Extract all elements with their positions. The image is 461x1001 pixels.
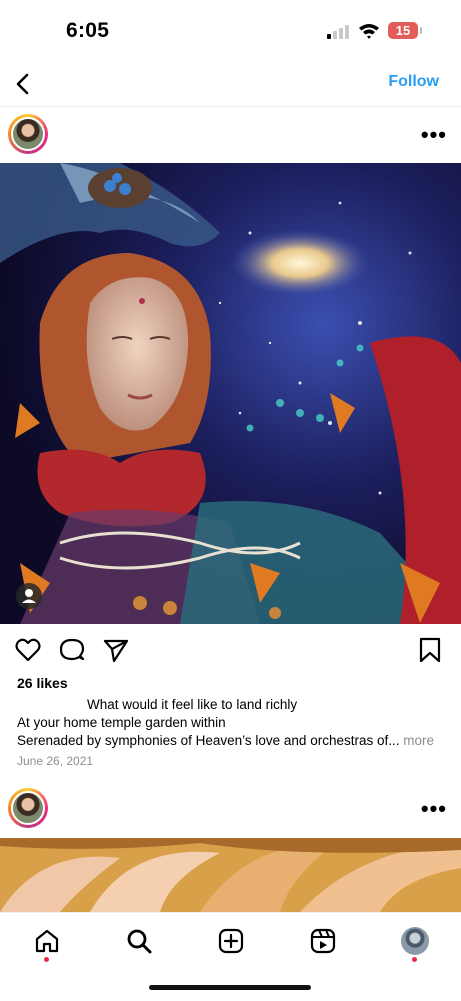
status-time: 6:05 [66,19,110,42]
post-date: June 26, 2021 [17,754,94,768]
create-icon[interactable] [217,927,245,955]
more-horizontal-icon[interactable]: ••• [421,796,447,822]
profile-notification-dot [412,957,417,962]
chevron-left-icon[interactable] [10,68,38,100]
battery-cap [420,27,422,34]
status-bar: 6:05 15 [0,0,461,62]
more-horizontal-icon[interactable]: ••• [421,122,447,148]
caption-line: At your home temple garden within [17,715,226,730]
post-image[interactable] [0,163,461,624]
avatar [11,117,45,151]
avatar [11,791,45,825]
painting-artwork [0,163,461,624]
bookmark-icon[interactable] [417,636,443,664]
like-count[interactable]: 26 likes [17,675,68,691]
post-header: ••• [0,108,461,164]
signal-icon [327,25,349,39]
home-notification-dot [44,957,49,962]
send-icon[interactable] [102,636,130,664]
post-header: ••• [0,782,461,838]
top-navigation: Follow [0,62,461,107]
post-actions [0,636,461,666]
tagged-user-icon[interactable] [16,583,42,609]
author-avatar[interactable] [8,114,48,154]
author-avatar[interactable] [8,788,48,828]
reels-icon[interactable] [309,927,337,955]
caption-line: Serenaded by symphonies of Heaven’s love… [17,733,434,748]
more-link[interactable]: more [403,733,434,748]
caption-line: What would it feel like to land richly [87,697,298,712]
home-indicator [149,985,311,990]
wifi-icon [359,24,379,39]
profile-avatar[interactable] [401,927,429,955]
post-image[interactable] [0,838,461,912]
comment-icon[interactable] [58,636,86,664]
search-icon[interactable] [125,927,153,955]
battery-indicator: 15 [388,22,418,39]
follow-button[interactable]: Follow [388,73,439,91]
heart-icon[interactable] [14,636,42,664]
caption-text: Serenaded by symphonies of Heaven’s love… [17,733,400,748]
home-icon[interactable] [33,927,61,955]
flower-artwork [0,838,461,912]
